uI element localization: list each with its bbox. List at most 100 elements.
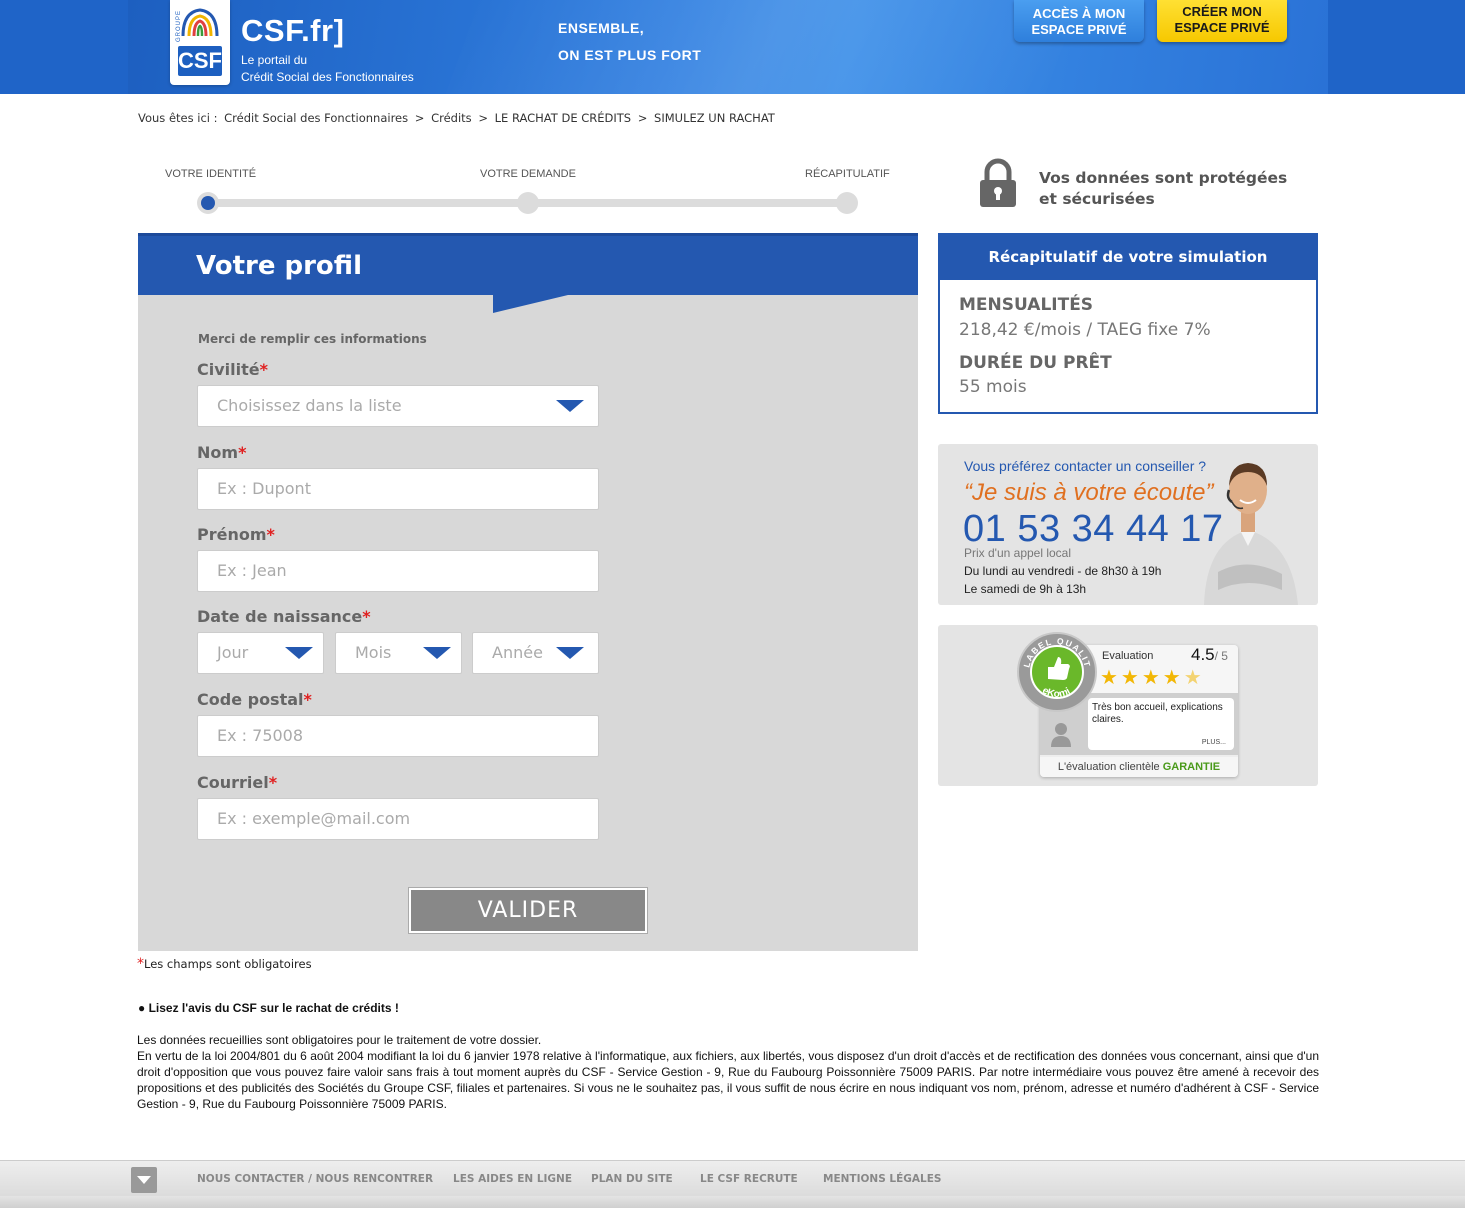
jour-select[interactable]: Jour — [197, 632, 324, 674]
nom-label: Nom* — [197, 443, 246, 462]
chevron-down-icon — [285, 647, 313, 659]
mensualites-label: MENSUALITÉS — [959, 295, 1094, 315]
footer-band — [0, 1196, 1465, 1208]
annee-placeholder: Année — [492, 643, 543, 662]
contact-phone[interactable]: 01 53 34 44 17 — [963, 508, 1224, 551]
step-dot-recap — [836, 192, 858, 214]
jour-placeholder: Jour — [217, 643, 249, 662]
creer-espace-prive-button[interactable]: CRÉER MON ESPACE PRIVÉ — [1157, 0, 1287, 42]
step-label-recap: RÉCAPITULATIF — [805, 168, 890, 180]
step-dot-demande — [517, 192, 539, 214]
acces-label-line2: ESPACE PRIVÉ — [1031, 22, 1127, 37]
secure-notice: Vos données sont protégées et sécurisées — [975, 158, 1318, 218]
breadcrumb-prefix: Vous êtes ici : — [138, 111, 218, 125]
step-dot-identite — [197, 192, 219, 214]
required-mark: * — [259, 360, 268, 379]
form-title: Votre profil — [196, 251, 362, 281]
breadcrumb-separator: > — [478, 111, 488, 125]
nom-placeholder: Ex : Dupont — [217, 479, 311, 498]
courriel-input[interactable]: Ex : exemple@mail.com — [197, 798, 599, 840]
progress-steps: VOTRE IDENTITÉ VOTRE DEMANDE RÉCAPITULAT… — [138, 160, 918, 220]
ekomi-evaluation-label: Evaluation — [1102, 650, 1154, 662]
ekomi-rating-box[interactable]: Evaluation 4.5/ 5 ★★★★★ Très bon accueil… — [938, 625, 1318, 786]
csf-emblem-icon — [181, 8, 219, 37]
form-header-tail — [493, 295, 568, 313]
logo-csf-text: CSF — [178, 46, 222, 76]
ekomi-plus-link[interactable]: PLUS... — [1202, 739, 1226, 746]
form-header: Votre profil — [138, 233, 918, 295]
breadcrumb-separator: > — [414, 111, 425, 125]
contact-advisor-box[interactable]: Vous préférez contacter un conseiller ? … — [938, 444, 1318, 605]
duree-label: DURÉE DU PRÊT — [959, 353, 1112, 373]
valider-button[interactable]: VALIDER — [409, 888, 647, 933]
ekomi-bottom-strong: GARANTIE — [1162, 761, 1221, 773]
required-mark: * — [238, 443, 247, 462]
ekomi-review-bubble: Très bon accueil, explications claires. … — [1088, 698, 1234, 750]
breadcrumb-link-rachat[interactable]: LE RACHAT DE CRÉDITS — [495, 111, 631, 125]
footer-link-aides[interactable]: LES AIDES EN LIGNE — [453, 1173, 572, 1185]
creer-label-line2: ESPACE PRIVÉ — [1174, 20, 1270, 35]
contact-hours-saturday: Le samedi de 9h à 13h — [964, 582, 1087, 596]
code-postal-label: Code postal* — [197, 690, 312, 709]
profile-form: Votre profil Merci de remplir ces inform… — [138, 233, 918, 951]
code-postal-input[interactable]: Ex : 75008 — [197, 715, 599, 757]
required-note: *Les champs sont obligatoires — [137, 956, 312, 972]
chevron-down-icon — [556, 647, 584, 659]
secure-text: Vos données sont protégées et sécurisées — [1039, 168, 1287, 210]
acces-label-line1: ACCÈS À MON — [1032, 6, 1126, 21]
contact-quote: “Je suis à votre écoute” — [964, 479, 1214, 506]
contact-question: Vous préférez contacter un conseiller ? — [964, 458, 1207, 474]
breadcrumb: Vous êtes ici : Crédit Social des Foncti… — [138, 111, 778, 125]
civilite-placeholder: Choisissez dans la liste — [217, 396, 402, 415]
ekomi-label-badge-icon: LABEL QUALITÉ eKomi — [1016, 631, 1097, 712]
civilite-label-text: Civilité — [197, 360, 260, 379]
simulation-recap: Récapitulatif de votre simulation MENSUA… — [938, 233, 1318, 414]
site-title[interactable]: CSF.fr] — [241, 13, 344, 49]
footer-link-plan[interactable]: PLAN DU SITE — [591, 1173, 673, 1185]
acces-espace-prive-button[interactable]: ACCÈS À MON ESPACE PRIVÉ — [1014, 0, 1144, 42]
required-mark: * — [137, 956, 144, 972]
mois-select[interactable]: Mois — [335, 632, 462, 674]
slogan-line1: ENSEMBLE, — [558, 20, 645, 36]
legal-line2: En vertu de la loi 2004/801 du 6 août 20… — [137, 1049, 1319, 1111]
footer-link-recrute[interactable]: LE CSF RECRUTE — [700, 1173, 798, 1185]
breadcrumb-link-csf[interactable]: Crédit Social des Fonctionnaires — [224, 111, 408, 125]
nom-input[interactable]: Ex : Dupont — [197, 468, 599, 510]
footer-link-mentions[interactable]: MENTIONS LÉGALES — [823, 1173, 941, 1185]
civilite-select[interactable]: Choisissez dans la liste — [197, 385, 599, 427]
mois-placeholder: Mois — [355, 643, 392, 662]
breadcrumb-separator: > — [637, 111, 648, 125]
recap-title: Récapitulatif de votre simulation — [940, 235, 1316, 280]
footer: NOUS CONTACTER / NOUS RENCONTRER LES AID… — [0, 1160, 1465, 1208]
logo-groupe-text: GROUPE — [176, 9, 182, 42]
ekomi-score: 4.5/ 5 — [1191, 645, 1228, 665]
naissance-label-text: Date de naissance — [197, 607, 363, 626]
required-mark: * — [268, 773, 278, 792]
csf-logo[interactable]: GROUPE CSF — [170, 0, 230, 85]
required-mark: * — [303, 690, 312, 709]
code-postal-placeholder: Ex : 75008 — [217, 726, 304, 745]
ekomi-score-value: 4.5 — [1191, 645, 1215, 664]
contact-price: Prix d'un appel local — [964, 546, 1072, 560]
mensualites-value: 218,42 €/mois / TAEG fixe 7% — [959, 320, 1211, 340]
footer-toggle-chevron-down-icon[interactable] — [131, 1167, 157, 1193]
ekomi-review-text: Très bon accueil, explications claires. — [1092, 702, 1223, 725]
required-mark: * — [266, 525, 275, 544]
creer-label-line1: CRÉER MON — [1182, 4, 1262, 19]
prenom-input[interactable]: Ex : Jean — [197, 550, 599, 592]
breadcrumb-link-credits[interactable]: Crédits — [431, 111, 472, 125]
prenom-label: Prénom* — [197, 525, 275, 544]
step-label-demande: VOTRE DEMANDE — [480, 168, 576, 180]
user-avatar-icon — [1051, 723, 1071, 747]
courriel-placeholder: Ex : exemple@mail.com — [217, 809, 411, 828]
footer-link-contact[interactable]: NOUS CONTACTER / NOUS RENCONTRER — [197, 1173, 433, 1185]
ekomi-bottom: L'évaluation clientèle GARANTIE — [1040, 757, 1238, 777]
avis-link[interactable]: ● Lisez l'avis du CSF sur le rachat de c… — [138, 1001, 399, 1015]
lock-icon — [980, 158, 1016, 207]
secure-line1: Vos données sont protégées — [1039, 169, 1288, 187]
legal-text: Les données recueillies sont obligatoire… — [137, 1032, 1319, 1112]
annee-select[interactable]: Année — [472, 632, 599, 674]
ekomi-score-max: / 5 — [1214, 649, 1228, 663]
breadcrumb-current: SIMULEZ UN RACHAT — [654, 111, 775, 125]
prenom-label-text: Prénom — [197, 525, 267, 544]
